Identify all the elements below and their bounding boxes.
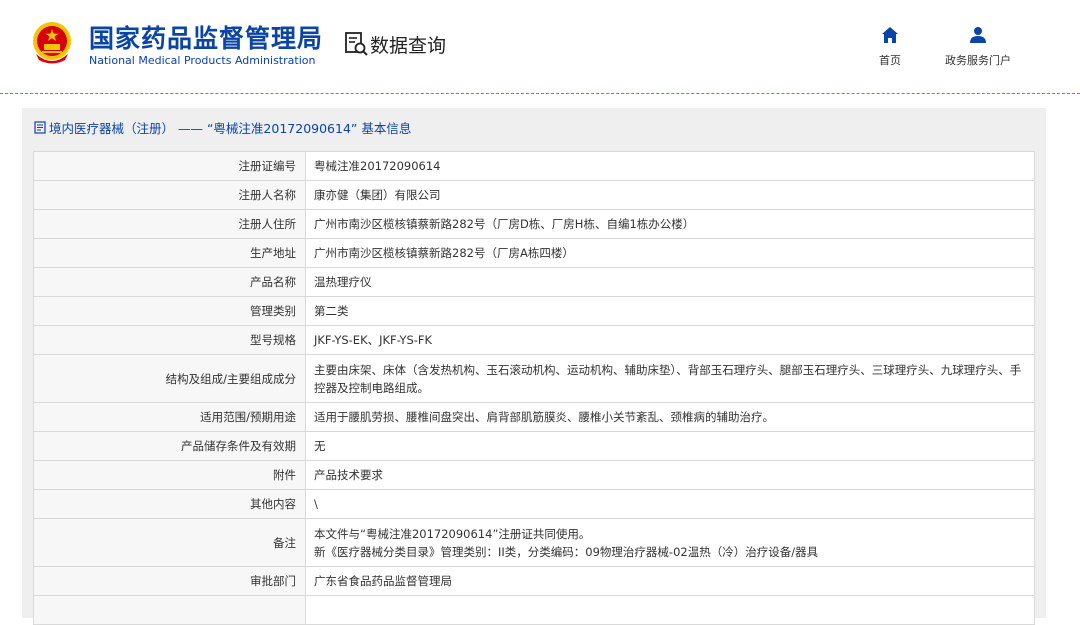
nav-portal-label: 政务服务门户 (945, 54, 1011, 67)
site-header: 国家药品监督管理局 National Medical Products Admi… (0, 0, 1080, 93)
user-icon (970, 27, 986, 43)
row-value: 广东省食品药品监督管理局 (305, 566, 1035, 596)
row-value: JKF-YS-EK、JKF-YS-FK (305, 325, 1035, 355)
row-value: \ (305, 489, 1035, 519)
row-value: 广州市南沙区榄核镇蔡新路282号（厂房A栋四楼） (305, 238, 1035, 268)
row-value: 广州市南沙区榄核镇蔡新路282号（厂房D栋、厂房H栋、自编1栋办公楼） (305, 209, 1035, 239)
table-row: 注册人住所 广州市南沙区榄核镇蔡新路282号（厂房D栋、厂房H栋、自编1栋办公楼） (33, 209, 1035, 239)
row-label: 审批部门 (33, 566, 306, 596)
row-value: 粤械注准20172090614 (305, 151, 1035, 181)
row-label (33, 595, 306, 625)
row-label: 附件 (33, 460, 306, 490)
row-label: 结构及组成/主要组成成分 (33, 354, 306, 403)
row-value: 温热理疗仪 (305, 267, 1035, 297)
row-label: 注册人住所 (33, 209, 306, 239)
row-label: 注册证编号 (33, 151, 306, 181)
nav-portal-link[interactable]: 政务服务门户 (935, 26, 1021, 68)
table-row: 其他内容 \ (33, 489, 1035, 519)
row-value: 本文件与“粤械注准20172090614”注册证共同使用。新《医疗器械分类目录》… (305, 518, 1035, 567)
table-row: 附件 产品技术要求 (33, 460, 1035, 490)
national-emblem-icon (33, 22, 71, 64)
row-label: 产品名称 (33, 267, 306, 297)
row-label: 型号规格 (33, 325, 306, 355)
table-row: 审批部门 广东省食品药品监督管理局 (33, 566, 1035, 596)
breadcrumb: 境内医疗器械（注册） —— “粤械注准20172090614” 基本信息 (34, 118, 411, 137)
remark-line-2: 新《医疗器械分类目录》管理类别：II类，分类编码：09物理治疗器械-02温热（冷… (314, 544, 819, 559)
row-label: 管理类别 (33, 296, 306, 326)
table-row: 备注 本文件与“粤械注准20172090614”注册证共同使用。新《医疗器械分类目… (33, 518, 1035, 567)
nav-home-label: 首页 (879, 54, 901, 67)
row-label: 适用范围/预期用途 (33, 402, 306, 432)
row-value: 适用于腰肌劳损、腰椎间盘突出、肩背部肌筋膜炎、腰椎小关节紊乱、颈椎病的辅助治疗。 (305, 402, 1035, 432)
row-value: 无 (305, 431, 1035, 461)
org-name-cn: 国家药品监督管理局 (89, 24, 324, 53)
row-label: 产品储存条件及有效期 (33, 431, 306, 461)
row-label: 备注 (33, 518, 306, 567)
row-label: 生产地址 (33, 238, 306, 268)
table-row (33, 595, 1035, 625)
row-value: 产品技术要求 (305, 460, 1035, 490)
document-icon (34, 121, 46, 134)
row-value: 主要由床架、床体（含发热机构、玉石滚动机构、运动机构、辅助床垫）、背部玉石理疗头… (305, 354, 1035, 403)
table-row: 结构及组成/主要组成成分 主要由床架、床体（含发热机构、玉石滚动机构、运动机构、辅… (33, 354, 1035, 403)
data-query-icon (345, 32, 368, 56)
table-row: 适用范围/预期用途 适用于腰肌劳损、腰椎间盘突出、肩背部肌筋膜炎、腰椎小关节紊乱、… (33, 402, 1035, 432)
table-row: 型号规格 JKF-YS-EK、JKF-YS-FK (33, 325, 1035, 355)
registration-info-table: 注册证编号 粤械注准20172090614 注册人名称 康亦健（集团）有限公司 注册… (33, 151, 1035, 625)
row-value (305, 595, 1035, 625)
table-row: 管理类别 第二类 (33, 296, 1035, 326)
row-label: 注册人名称 (33, 180, 306, 210)
nav-home-link[interactable]: 首页 (868, 26, 912, 68)
home-icon (882, 27, 898, 43)
table-row: 生产地址 广州市南沙区榄核镇蔡新路282号（厂房A栋四楼） (33, 238, 1035, 268)
data-query-title: 数据查询 (370, 35, 447, 57)
table-row: 产品储存条件及有效期无 (33, 431, 1035, 461)
row-value: 康亦健（集团）有限公司 (305, 180, 1035, 210)
breadcrumb-text: 境内医疗器械（注册） —— “粤械注准20172090614” 基本信息 (49, 121, 412, 136)
header-divider (0, 93, 1080, 94)
remark-line-1: 本文件与“粤械注准20172090614”注册证共同使用。 (314, 526, 591, 541)
table-row: 产品名称 温热理疗仪 (33, 267, 1035, 297)
row-label: 其他内容 (33, 489, 306, 519)
org-name-en: National Medical Products Administration (89, 54, 316, 67)
row-value: 第二类 (305, 296, 1035, 326)
table-row: 注册证编号 粤械注准20172090614 (33, 151, 1035, 181)
table-row: 注册人名称 康亦健（集团）有限公司 (33, 180, 1035, 210)
